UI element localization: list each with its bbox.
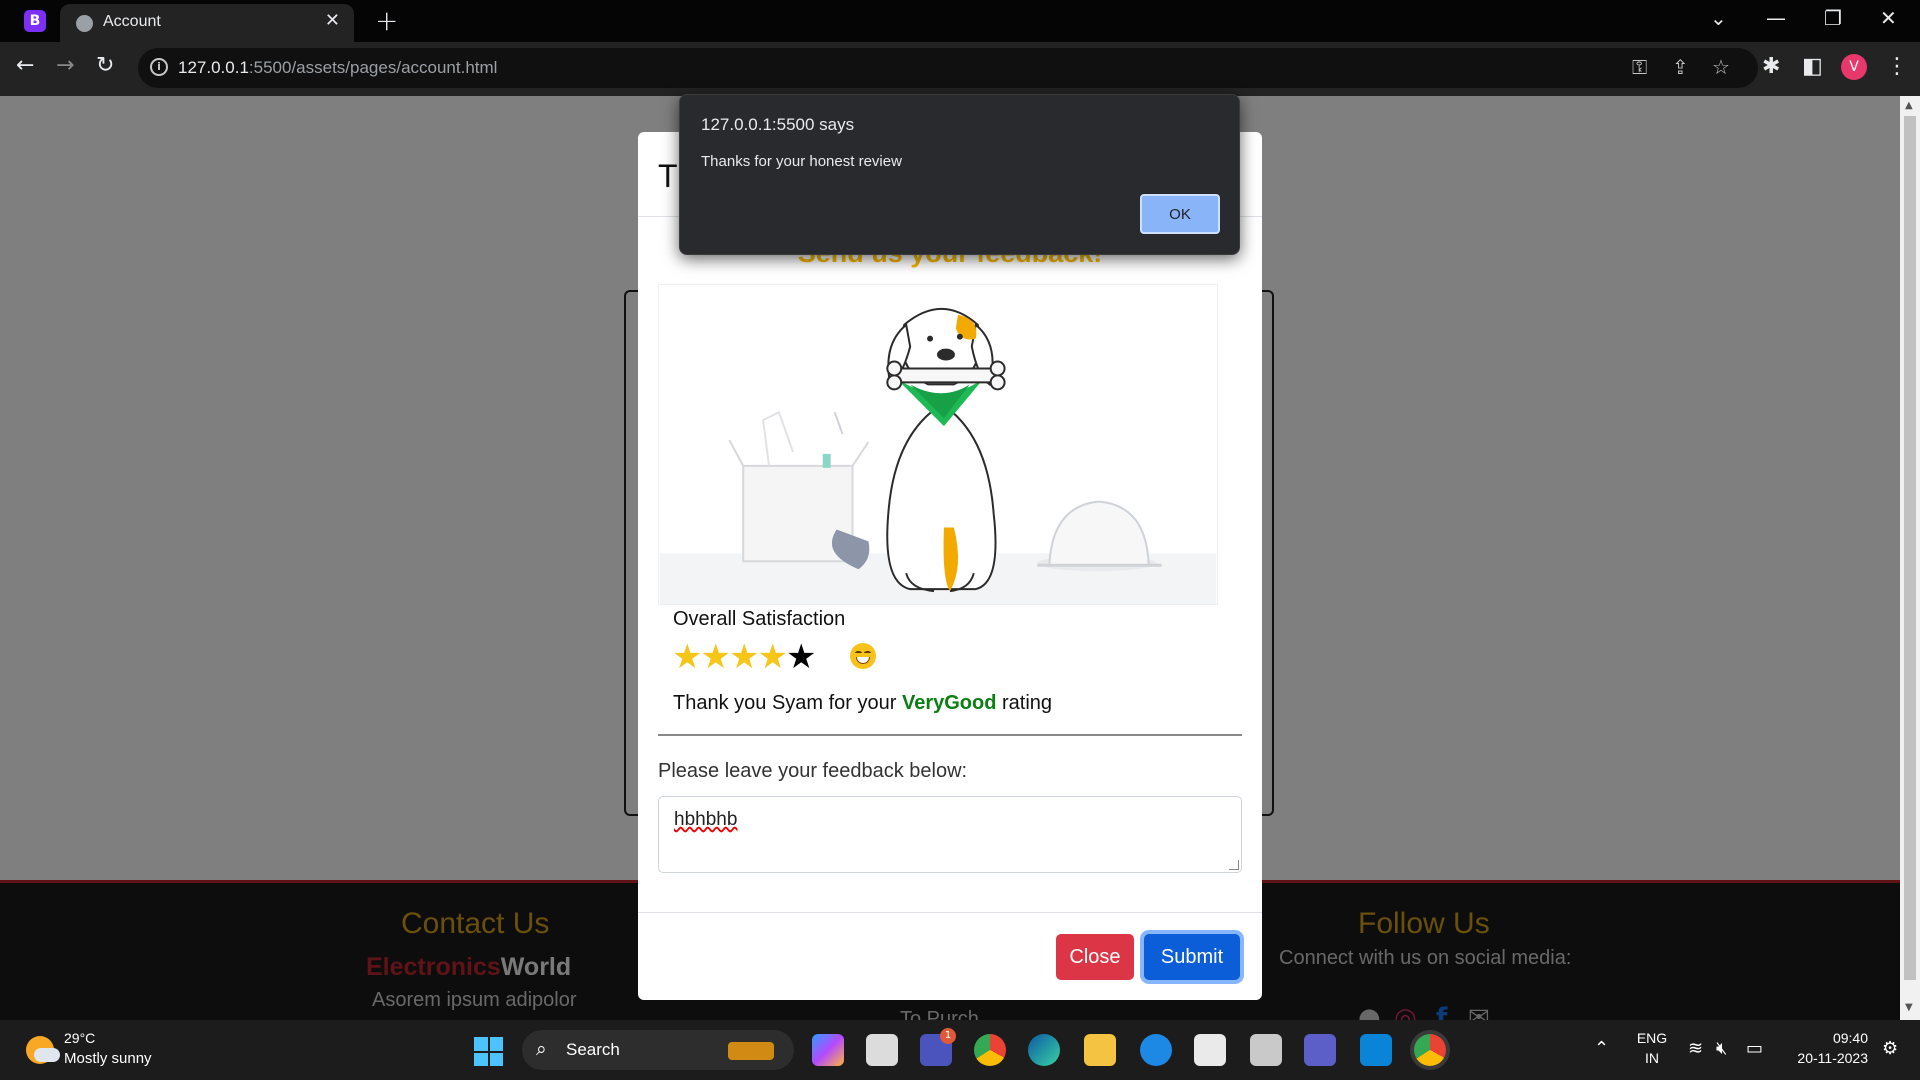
star-filled-icon[interactable]: ★ (700, 637, 730, 677)
bookmark-star-icon[interactable]: ☆ (1712, 55, 1730, 79)
star-filled-icon[interactable]: ★ (729, 637, 759, 677)
file-explorer-icon[interactable] (1084, 1034, 1116, 1066)
battery-icon[interactable]: ▭ (1746, 1038, 1763, 1059)
notepad-icon[interactable] (1250, 1034, 1282, 1066)
browser-toolbar: ← → ↻ i 127.0.0.1:5500/assets/pages/acco… (0, 42, 1920, 96)
language-line2[interactable]: IN (1634, 1050, 1670, 1066)
alert-message: Thanks for your honest review (701, 153, 902, 170)
help-icon[interactable] (1140, 1034, 1172, 1066)
minimize-button[interactable]: — (1766, 6, 1786, 30)
close-window-button[interactable]: ✕ (1880, 6, 1897, 30)
chrome-active-icon[interactable] (1414, 1034, 1446, 1066)
chrome-icon[interactable] (974, 1034, 1006, 1066)
cloud-icon (34, 1048, 60, 1062)
scroll-up-arrow-icon[interactable]: ▲ (1905, 100, 1913, 111)
rating-word: VeryGood (901, 692, 997, 714)
alert-origin: 127.0.0.1:5500 says (701, 115, 855, 134)
scroll-thumb[interactable] (1904, 116, 1916, 980)
clock-time[interactable]: 09:40 (1780, 1030, 1868, 1046)
submit-button[interactable]: Submit (1144, 934, 1240, 980)
site-info-icon[interactable]: i (150, 58, 168, 76)
star-rating[interactable]: ★★★★★ (672, 637, 816, 677)
teams-icon[interactable] (1304, 1034, 1336, 1066)
back-arrow-icon[interactable]: ← (16, 53, 34, 78)
menu-kebab-icon[interactable]: ⋮ (1886, 54, 1908, 79)
wifi-icon[interactable]: ≋ (1688, 1038, 1703, 1059)
address-bar[interactable]: i 127.0.0.1:5500/assets/pages/account.ht… (138, 48, 1758, 88)
extensions-puzzle-icon[interactable]: ✱ (1762, 54, 1780, 79)
search-icon: ⌕ (536, 1038, 547, 1060)
tray-chevron-up-icon[interactable]: ⌃ (1594, 1038, 1609, 1059)
browser-tab-bar: B Account ✕ + ⌄ — ❐ ✕ (0, 0, 1920, 42)
feedback-textarea[interactable]: hbhbhb (658, 796, 1242, 873)
restore-button[interactable]: ❐ (1824, 6, 1842, 30)
section-divider (658, 734, 1242, 736)
page-scrollbar[interactable]: ▲ ▼ (1900, 96, 1920, 1020)
tab-account[interactable]: Account ✕ (60, 4, 354, 42)
grinning-emoji-icon (850, 643, 876, 669)
vscode-icon[interactable] (1360, 1034, 1392, 1066)
alert-dialog: 127.0.0.1:5500 says Thanks for your hone… (679, 94, 1240, 255)
tab-search-chevron-icon[interactable]: ⌄ (1710, 6, 1727, 30)
scroll-down-arrow-icon[interactable]: ▼ (1905, 1002, 1913, 1013)
rating-thanks-text: Thank you Syam for your VeryGood rating (673, 692, 1053, 714)
search-highlight-icon (728, 1042, 774, 1060)
feedback-label: Please leave your feedback below: (658, 760, 968, 782)
globe-icon (76, 15, 93, 32)
tab-close-button[interactable]: ✕ (325, 10, 340, 31)
bootstrap-app-icon[interactable]: B (24, 10, 46, 32)
taskbar-search[interactable]: ⌕ Search (522, 1030, 794, 1070)
language-line1[interactable]: ENG (1634, 1030, 1670, 1046)
reload-icon[interactable]: ↻ (96, 53, 114, 78)
notification-bell-icon[interactable]: ⚙ (1882, 1038, 1898, 1059)
clock-date[interactable]: 20-11-2023 (1780, 1050, 1868, 1066)
copilot-icon[interactable] (812, 1034, 844, 1066)
dog-illustration (658, 284, 1218, 605)
tab-title: Account (103, 13, 161, 30)
star-empty-icon[interactable]: ★ (786, 637, 816, 677)
textarea-resize-handle[interactable] (1229, 860, 1239, 870)
key-icon[interactable]: ⚿ (1632, 55, 1647, 79)
weather-temperature: 29°C (64, 1030, 96, 1046)
new-tab-button[interactable]: + (375, 4, 398, 37)
windows-start-icon[interactable] (474, 1037, 503, 1066)
star-filled-icon[interactable]: ★ (757, 637, 787, 677)
teams-notification-badge: 1 (940, 1028, 956, 1044)
windows-taskbar: 29°C Mostly sunny ⌕ Search 1 ⌃ ENG IN ≋ … (0, 1020, 1920, 1080)
volume-muted-icon[interactable]: 🔇︎ (1716, 1038, 1727, 1059)
search-label: Search (566, 1040, 620, 1059)
star-filled-icon[interactable]: ★ (672, 637, 702, 677)
weather-description: Mostly sunny (64, 1050, 152, 1067)
share-icon[interactable]: ⇪ (1672, 55, 1689, 79)
store-icon[interactable] (1194, 1034, 1226, 1066)
close-button[interactable]: Close (1056, 934, 1134, 980)
profile-avatar[interactable]: V (1841, 54, 1867, 80)
satisfaction-label: Overall Satisfaction (673, 608, 846, 630)
side-panel-icon[interactable]: ◧ (1802, 54, 1823, 79)
forward-arrow-icon[interactable]: → (56, 53, 74, 78)
alert-ok-button[interactable]: OK (1140, 194, 1220, 234)
url-text[interactable]: 127.0.0.1:5500/assets/pages/account.html (178, 58, 497, 78)
task-view-icon[interactable] (866, 1034, 898, 1066)
edge-icon[interactable] (1028, 1034, 1060, 1066)
feedback-modal: Th Send us your feedback! (638, 132, 1262, 1000)
modal-footer-divider (638, 912, 1262, 913)
